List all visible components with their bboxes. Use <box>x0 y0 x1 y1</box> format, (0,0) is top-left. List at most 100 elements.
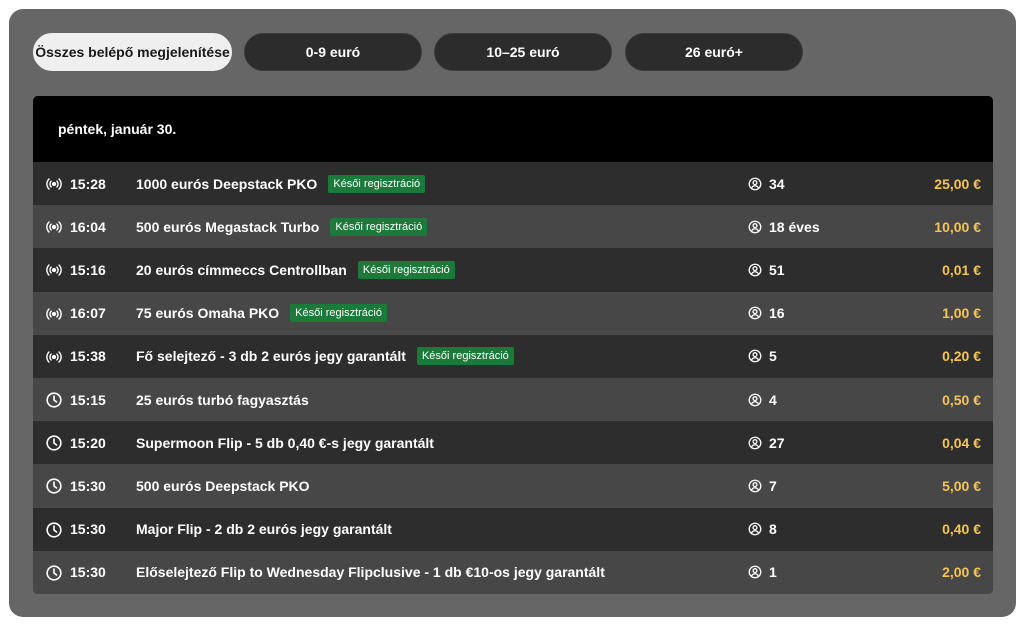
tournament-name: Major Flip - 2 db 2 eurós jegy garantált <box>136 521 392 538</box>
player-icon <box>748 565 769 579</box>
tournament-panel: Összes belépő megjelenítése 0-9 euró 10–… <box>9 9 1016 617</box>
player-count-value: 18 éves <box>769 218 820 235</box>
filter-all-button[interactable]: Összes belépő megjelenítése <box>33 33 232 71</box>
player-icon <box>748 349 769 363</box>
late-registration-badge: Késői regisztráció <box>290 304 387 323</box>
tournament-name-cell: 500 eurós Deepstack PKO <box>136 478 310 494</box>
start-time: 16:04 <box>70 218 106 235</box>
player-count-value: 7 <box>769 477 777 494</box>
player-count-value: 27 <box>769 434 785 451</box>
clock-icon <box>45 564 63 582</box>
player-count-value: 8 <box>769 521 777 538</box>
start-time: 16:07 <box>70 305 106 322</box>
start-time: 15:28 <box>70 175 106 192</box>
tournament-name-cell: 20 eurós címmeccs Centrollban Késői regis… <box>136 260 455 279</box>
tournament-name-cell: Major Flip - 2 db 2 eurós jegy garantált <box>136 521 392 537</box>
player-count-value: 4 <box>769 391 777 408</box>
buy-in-price: 0,40 € <box>942 521 981 538</box>
buy-in-price: 5,00 € <box>942 477 981 494</box>
tournament-name-cell: 1000 eurós Deepstack PKO Késői regisztrác… <box>136 174 426 193</box>
tournament-name: 500 eurós Megastack Turbo <box>136 218 320 235</box>
start-time: 15:20 <box>70 434 106 451</box>
tournament-row[interactable]: 15:30 Előselejtező Flip to Wednesday Flip… <box>33 550 993 594</box>
tournament-name: Előselejtező Flip to Wednesday Flipclusi… <box>136 564 605 581</box>
tournament-list: 15:28 1000 eurós Deepstack PKO Késői regis… <box>33 162 993 594</box>
player-icon <box>748 220 769 234</box>
tournament-row[interactable]: 15:20 Supermoon Flip - 5 db 0,40 €-s jegy… <box>33 421 993 465</box>
tournament-name-cell: 500 eurós Megastack Turbo Késői regisztrá… <box>136 217 428 236</box>
late-registration-badge: Késői regisztráció <box>328 174 426 193</box>
live-broadcast-icon <box>45 305 63 323</box>
player-count: 18 éves <box>748 219 820 235</box>
start-time: 15:15 <box>70 391 106 408</box>
buy-in-price: 0,20 € <box>942 348 981 365</box>
live-broadcast-icon <box>45 218 63 236</box>
buy-in-price: 25,00 € <box>934 175 981 192</box>
player-count: 27 <box>748 435 785 451</box>
late-registration-badge: Késői regisztráció <box>330 217 428 236</box>
start-time: 15:16 <box>70 261 106 278</box>
tournament-row[interactable]: 15:28 1000 eurós Deepstack PKO Késői regis… <box>33 162 993 206</box>
buy-in-price: 0,04 € <box>942 434 981 451</box>
tournament-name: 75 eurós Omaha PKO <box>136 305 280 322</box>
player-icon <box>748 479 769 493</box>
tournament-row[interactable]: 16:07 75 eurós Omaha PKO Késői regisztráci… <box>33 291 993 335</box>
late-registration-badge: Késői regisztráció <box>416 347 514 366</box>
player-count: 8 <box>748 521 777 537</box>
player-count: 5 <box>748 348 777 364</box>
tournament-name: Supermoon Flip - 5 db 0,40 €-s jegy gara… <box>136 434 434 451</box>
tournament-name: 500 eurós Deepstack PKO <box>136 477 310 494</box>
tournament-row[interactable]: 15:16 20 eurós címmeccs Centrollban Késői … <box>33 248 993 292</box>
player-count-value: 51 <box>769 261 785 278</box>
player-count: 7 <box>748 478 777 494</box>
tournament-row[interactable]: 15:38 Fő selejtező - 3 db 2 eurós jegy ga… <box>33 334 993 378</box>
tournament-name: 25 eurós turbó fagyasztás <box>136 391 309 408</box>
tournament-row[interactable]: 16:04 500 eurós Megastack Turbo Késői regi… <box>33 205 993 249</box>
player-count: 34 <box>748 176 785 192</box>
player-count: 1 <box>748 564 777 580</box>
player-count-value: 5 <box>769 348 777 365</box>
player-icon <box>748 263 769 277</box>
start-time: 15:30 <box>70 521 106 538</box>
date-header: péntek, január 30. <box>33 96 993 162</box>
tournament-table: péntek, január 30. 15:28 1000 eurós Deeps… <box>33 96 993 594</box>
player-count: 51 <box>748 262 785 278</box>
live-broadcast-icon <box>45 261 63 279</box>
tournament-row[interactable]: 15:30 Major Flip - 2 db 2 eurós jegy gara… <box>33 507 993 551</box>
tournament-name-cell: Előselejtező Flip to Wednesday Flipclusi… <box>136 564 605 580</box>
player-icon <box>748 177 769 191</box>
player-icon <box>748 522 769 536</box>
filter-10-25-button[interactable]: 10–25 euró <box>434 33 612 71</box>
live-broadcast-icon <box>45 348 63 366</box>
player-count: 16 <box>748 305 785 321</box>
tournament-name-cell: Supermoon Flip - 5 db 0,40 €-s jegy gara… <box>136 435 434 451</box>
buy-in-price: 10,00 € <box>934 218 981 235</box>
tournament-name-cell: Fő selejtező - 3 db 2 eurós jegy garantá… <box>136 347 514 366</box>
buy-in-price: 0,01 € <box>942 261 981 278</box>
filter-26-plus-button[interactable]: 26 euró+ <box>625 33 803 71</box>
tournament-name: 20 eurós címmeccs Centrollban <box>136 261 347 278</box>
tournament-name-cell: 75 eurós Omaha PKO Késői regisztráció <box>136 304 387 323</box>
start-time: 15:30 <box>70 477 106 494</box>
filter-0-9-button[interactable]: 0-9 euró <box>244 33 422 71</box>
late-registration-badge: Késői regisztráció <box>357 260 455 279</box>
player-count: 4 <box>748 392 777 408</box>
clock-icon <box>45 521 63 539</box>
tournament-row[interactable]: 15:15 25 eurós turbó fagyasztás 4 0,50 € <box>33 377 993 422</box>
clock-icon <box>45 477 63 495</box>
player-count-value: 1 <box>769 564 777 581</box>
live-broadcast-icon <box>45 175 63 193</box>
clock-icon <box>45 391 63 409</box>
buy-in-price: 2,00 € <box>942 564 981 581</box>
tournament-row[interactable]: 15:30 500 eurós Deepstack PKO 7 5,00 € <box>33 464 993 508</box>
player-icon <box>748 306 769 320</box>
player-icon <box>748 436 769 450</box>
buy-in-price: 1,00 € <box>942 305 981 322</box>
tournament-name: 1000 eurós Deepstack PKO <box>136 175 318 192</box>
clock-icon <box>45 434 63 452</box>
buy-in-price: 0,50 € <box>942 391 981 408</box>
tournament-name-cell: 25 eurós turbó fagyasztás <box>136 392 309 408</box>
player-count-value: 34 <box>769 175 785 192</box>
start-time: 15:38 <box>70 348 106 365</box>
player-count-value: 16 <box>769 305 785 322</box>
